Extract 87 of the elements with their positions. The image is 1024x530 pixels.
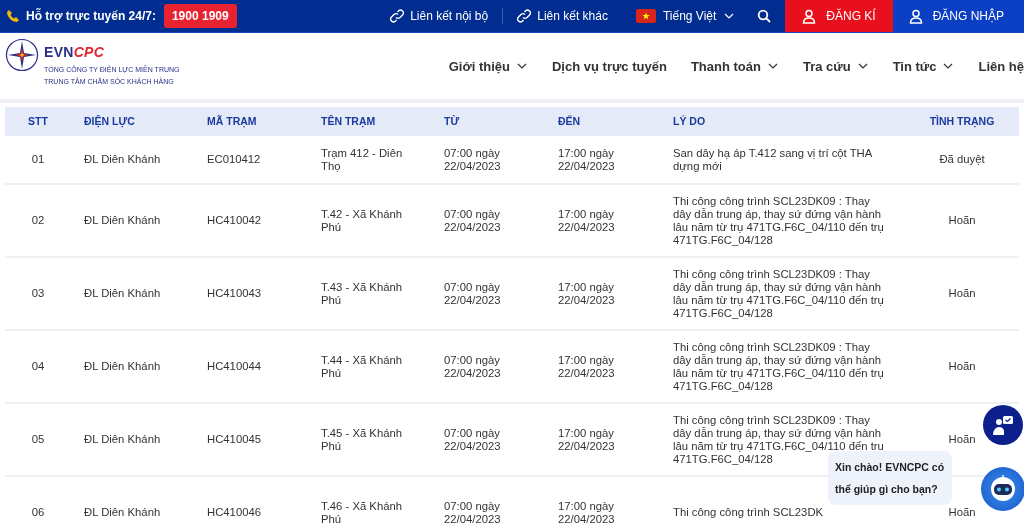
register-button[interactable]: ĐĂNG KÍ [785,0,893,32]
table-cell: 17:00 ngày 22/04/2023 [558,146,615,172]
column-header: TÊN TRẠM [321,115,377,128]
search-icon [757,9,772,23]
table-cell: 07:00 ngày 22/04/2023 [444,499,501,525]
table-cell: Hoãn [948,506,976,518]
nav-item[interactable]: Tin tức [880,58,967,74]
table-cell: EC010412 [207,153,261,165]
table-cell: 06 [31,506,45,518]
link-icon [517,9,532,23]
chevron-down-icon [856,61,869,71]
chat-greeting: Xin chào! EVNCPC có thể giúp gì cho bạn? [828,451,952,505]
table-cell: 07:00 ngày 22/04/2023 [444,426,501,452]
column-header: TÌNH TRẠNG [928,115,996,128]
table-cell: 17:00 ngày 22/04/2023 [558,353,615,379]
hotline-button[interactable]: 1900 1909 [163,4,237,28]
column-header: TỪ [444,115,461,128]
table-cell: Thi công công trình SCL23DK [673,506,824,518]
top-link[interactable]: Liên kết nội bộ [376,9,503,23]
table-cell: Thi công công trình SCL23DK09 : Thay dây dẫn trung áp, thay sứ đứng vận hành lâu năm từ trụ 471TG.F6C_04/110 đến trụ 471TG.F6C_04/128 [673,267,884,319]
table-cell: 02 [31,214,45,226]
table-cell: Hoãn [948,287,976,299]
phone-icon [6,9,20,23]
table-cell: ĐL Diên Khánh [84,153,161,165]
table-cell: 07:00 ngày 22/04/2023 [444,280,501,306]
table-cell: T.43 - Xã Khánh Phú [321,280,402,306]
table-cell: 05 [31,433,45,445]
table-cell: T.42 - Xã Khánh Phú [321,207,402,233]
table-cell: 07:00 ngày 22/04/2023 [444,146,501,172]
chevron-down-icon [516,61,528,71]
table-cell: Thi công công trình SCL23DK09 : Thay dây dẫn trung áp, thay sứ đứng vận hành lâu năm từ trụ 471TG.F6C_04/110 đến trụ 471TG.F6C_04/128 [673,340,884,392]
user-icon [802,8,817,24]
table-cell: ĐL Diên Khánh [84,360,161,372]
table-cell: 17:00 ngày 22/04/2023 [558,426,615,452]
table-cell: HC410045 [207,433,261,445]
table-cell: T.45 - Xã Khánh Phú [321,426,402,452]
table-cell: Đã duyệt [939,153,985,165]
column-header: LÝ DO [673,115,707,128]
link-icon [390,9,405,23]
table-cell: HC410043 [207,287,261,299]
language-selector[interactable]: Tiếng Việt [621,9,748,23]
nav-item[interactable]: Liên hệ [966,58,1024,74]
column-header: MÃ TRẠM [207,115,258,128]
table-cell: 07:00 ngày 22/04/2023 [444,207,501,233]
table-cell: HC410042 [207,214,261,226]
table-cell: 01 [31,153,45,165]
brand-name: EVNCPC [44,44,106,60]
table-cell: San dây hạ áp T.412 sang vị trí cột THA dựng mới [673,146,872,172]
top-link[interactable]: Liên kết khác [503,9,622,23]
table-cell: 17:00 ngày 22/04/2023 [558,499,615,525]
nav-item[interactable]: Thanh toán [678,58,791,74]
table-cell: Trạm 412 - Diên Thọ [321,146,403,172]
login-button[interactable]: ĐĂNG NHẬP [892,0,1024,32]
logo-icon [5,38,39,72]
nav-item[interactable]: Tra cứu [790,58,881,74]
table-cell: HC410046 [207,506,261,518]
chatbot-button[interactable] [981,467,1024,511]
table-cell: 04 [31,360,45,372]
table-cell: ĐL Diên Khánh [84,287,161,299]
person-chat-icon [991,413,1015,437]
column-header: STT [27,115,49,128]
table-cell: 07:00 ngày 22/04/2023 [444,353,501,379]
table-cell: T.46 - Xã Khánh Phú [321,499,402,525]
robot-icon [988,474,1018,504]
chevron-down-icon [766,61,779,71]
nav-item[interactable]: Dịch vụ trực tuyến [540,58,679,74]
support-chat-button[interactable] [983,405,1023,445]
chevron-down-icon [723,11,736,21]
table-cell: 03 [31,287,45,299]
table-cell: ĐL Diên Khánh [84,214,161,226]
column-header: ĐẾN [558,115,582,128]
table-cell: Hoãn [948,433,976,445]
table-cell: 17:00 ngày 22/04/2023 [558,207,615,233]
table-cell: T.44 - Xã Khánh Phú [321,353,402,379]
table-cell: ĐL Diên Khánh [84,433,161,445]
table-cell: ĐL Diên Khánh [84,506,161,518]
table-cell: 17:00 ngày 22/04/2023 [558,280,615,306]
support-label: Hỗ trợ trực tuyến 24/7: [26,9,156,23]
table-cell: Hoãn [948,214,976,226]
chevron-down-icon [942,61,955,71]
flag-icon [635,9,656,23]
user-icon [908,8,923,24]
table-cell: Hoãn [948,360,976,372]
column-header: ĐIỆN LỰC [83,115,136,128]
table-cell: HC410044 [207,360,261,372]
table-cell: Thi công công trình SCL23DK09 : Thay dây dẫn trung áp, thay sứ đứng vận hành lâu năm từ trụ 471TG.F6C_04/110 đến trụ 471TG.F6C_04/128 [673,194,884,246]
nav-item[interactable]: Giới thiệu [436,58,540,74]
